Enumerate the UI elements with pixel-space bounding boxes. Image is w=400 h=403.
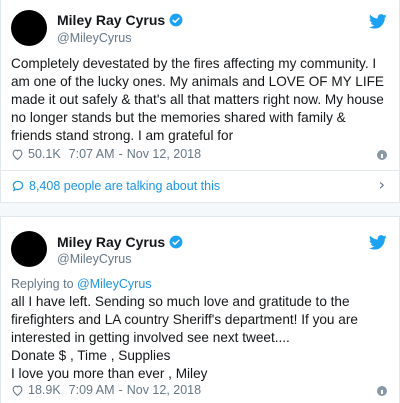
author-name[interactable]: Miley Ray Cyrus xyxy=(57,12,165,28)
avatar[interactable] xyxy=(11,10,47,46)
tweet-meta: 50.1K 7:07 AM - Nov 12, 2018 xyxy=(11,146,389,162)
divider xyxy=(1,170,399,171)
tweet-date[interactable]: Nov 12, 2018 xyxy=(127,147,201,161)
author-handle[interactable]: @MileyCyrus xyxy=(57,31,132,45)
heart-icon[interactable] xyxy=(11,384,24,397)
tweet-text-line: firefighters and LA country Sheriff's de… xyxy=(11,312,358,327)
comment-bubble-icon xyxy=(12,180,24,192)
tweet-text-line: Donate $ , Time , Supplies xyxy=(11,348,171,363)
tweet-meta: 18.9K 7:09 AM - Nov 12, 2018 xyxy=(11,382,389,398)
like-count[interactable]: 18.9K xyxy=(28,383,61,397)
tweet-card: Miley Ray Cyrus @MileyCyrus Replying to … xyxy=(0,216,400,403)
tweet-text: Completely devestated by the fires affec… xyxy=(11,56,384,143)
tweet-text-line: all I have left. Sending so much love an… xyxy=(11,294,350,309)
author-name[interactable]: Miley Ray Cyrus xyxy=(57,234,165,250)
meta-separator: - xyxy=(118,147,123,161)
tweet-date[interactable]: Nov 12, 2018 xyxy=(127,383,201,397)
info-icon[interactable] xyxy=(377,150,387,160)
meta-separator: - xyxy=(118,383,123,397)
feed-gap xyxy=(0,203,400,216)
tweet-time[interactable]: 7:09 AM xyxy=(69,383,115,397)
twitter-bird-icon[interactable] xyxy=(369,14,387,29)
talking-count[interactable]: 8,408 people are talking about this xyxy=(29,179,220,193)
chevron-right-icon[interactable]: › xyxy=(379,175,385,194)
reply-prefix: Replying to xyxy=(11,277,74,291)
info-icon[interactable] xyxy=(377,386,387,396)
tweet-time[interactable]: 7:07 AM xyxy=(69,147,115,161)
reply-mention-link[interactable]: @MileyCyrus xyxy=(77,277,152,291)
tweet-card: Miley Ray Cyrus @MileyCyrus Completely d… xyxy=(0,0,400,203)
tweet-text-line: I love you more than ever , Miley xyxy=(11,366,208,381)
verified-badge-icon xyxy=(169,235,183,249)
author-row[interactable]: Miley Ray Cyrus xyxy=(57,12,183,28)
reply-to-line: Replying to @MileyCyrus xyxy=(11,277,152,291)
tweet-text-line: interested in getting involved see next … xyxy=(11,330,290,345)
twitter-bird-icon[interactable] xyxy=(369,235,387,250)
heart-icon[interactable] xyxy=(11,148,24,161)
verified-badge-icon xyxy=(169,13,183,27)
author-handle[interactable]: @MileyCyrus xyxy=(57,252,132,266)
avatar[interactable] xyxy=(11,231,47,267)
tweet-text: all I have left. Sending so much love an… xyxy=(11,293,389,383)
like-count[interactable]: 50.1K xyxy=(28,147,61,161)
author-row[interactable]: Miley Ray Cyrus xyxy=(57,234,183,250)
talking-link[interactable]: 8,408 people are talking about this xyxy=(11,177,389,195)
